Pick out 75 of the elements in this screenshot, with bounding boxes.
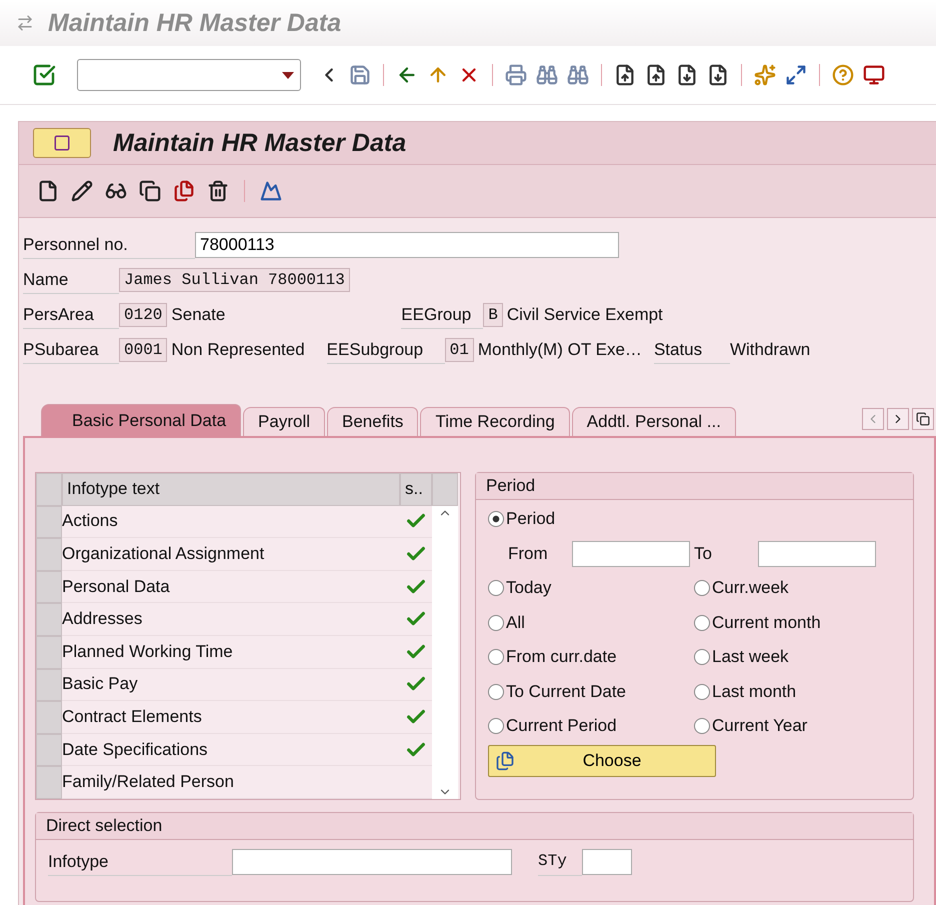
radio-button[interactable]	[694, 649, 710, 666]
window-title: Maintain HR Master Data	[48, 8, 342, 38]
tab[interactable]: Time Recording	[420, 407, 570, 436]
radio-label[interactable]: Last month	[712, 682, 796, 702]
radio-button[interactable]	[488, 511, 504, 528]
radio-button[interactable]	[694, 580, 710, 596]
field-text: Senate	[171, 304, 226, 324]
radio-label[interactable]: Period	[506, 509, 556, 530]
tab[interactable]: Addtl. Personal ...	[572, 407, 736, 436]
radio-label[interactable]: Current month	[712, 612, 821, 633]
radio-label[interactable]: Current Period	[506, 716, 617, 736]
from-date-field[interactable]	[572, 540, 690, 567]
code-output: 0001	[119, 338, 168, 362]
print-icon[interactable]	[505, 64, 527, 86]
column-header[interactable]: Infotype text	[62, 473, 400, 506]
radio-button[interactable]	[488, 649, 504, 666]
radio-button[interactable]	[488, 614, 504, 631]
scrollbar[interactable]	[432, 506, 458, 799]
radio-label[interactable]: Last week	[712, 647, 789, 668]
field-label: To	[693, 544, 713, 564]
radio-label[interactable]: To Current Date	[506, 682, 626, 702]
select-all-cell[interactable]	[36, 473, 62, 506]
field-label: Status	[654, 336, 730, 364]
radio-button[interactable]	[694, 718, 710, 734]
radio-label[interactable]: All	[506, 612, 525, 633]
table-cell[interactable]: Basic Pay	[62, 668, 400, 702]
copy-icon[interactable]	[139, 180, 161, 202]
group-title: Direct selection	[36, 812, 913, 840]
caret-icon	[282, 72, 294, 78]
edit-icon[interactable]	[71, 180, 93, 202]
code-output: 01	[444, 338, 474, 362]
scroll-right-button[interactable]	[887, 408, 909, 430]
tab[interactable]: Benefits	[327, 407, 418, 436]
code-output: 0120	[119, 302, 168, 326]
code-output: B	[483, 302, 503, 326]
enter-icon[interactable]	[32, 63, 56, 87]
radio-label[interactable]: Today	[506, 578, 552, 598]
field-label: From	[508, 544, 549, 564]
field-text: Withdrawn	[730, 340, 810, 360]
documents-icon	[495, 750, 515, 771]
radio-button[interactable]	[694, 684, 710, 700]
scroll-left-button[interactable]	[862, 408, 884, 430]
help-icon[interactable]	[832, 64, 854, 86]
infotype-field[interactable]	[232, 849, 512, 876]
tab[interactable]: Basic Personal Data	[41, 404, 242, 436]
column-settings-cell[interactable]	[432, 473, 458, 506]
radio-label[interactable]: From curr.date	[506, 647, 617, 668]
radio-label[interactable]: Curr.week	[712, 578, 789, 598]
find-icon[interactable]	[536, 64, 558, 86]
field-text: Non Represented	[171, 340, 305, 360]
tab-list-button[interactable]	[912, 408, 934, 430]
radio-button[interactable]	[694, 614, 710, 631]
save-icon[interactable]	[349, 64, 371, 86]
menu-button[interactable]	[33, 128, 91, 158]
field-text: Monthly(M) OT Exe…	[478, 340, 642, 360]
to-date-field[interactable]	[758, 540, 876, 567]
subtype-field[interactable]	[582, 849, 632, 876]
field-label: EESubgroup	[326, 336, 445, 364]
create-icon[interactable]	[37, 180, 59, 202]
find-next-icon[interactable]	[567, 64, 589, 86]
name-output: James Sullivan 78000113	[119, 268, 350, 292]
screen-title: Maintain HR Master Data	[113, 128, 406, 158]
column-header[interactable]: s..	[400, 473, 432, 506]
radio-button[interactable]	[488, 718, 504, 734]
personnel-number-field[interactable]: 78000113	[195, 232, 619, 258]
radio-button[interactable]	[488, 580, 504, 596]
tab[interactable]: Payroll	[243, 407, 325, 436]
delete-icon[interactable]	[207, 180, 229, 202]
group-title: Period	[476, 473, 913, 500]
field-text: Civil Service Exempt	[506, 304, 663, 324]
command-field[interactable]	[77, 59, 301, 91]
layout-icon[interactable]	[863, 64, 885, 86]
radio-label[interactable]: Current Year	[712, 716, 808, 736]
choose-button[interactable]: Choose	[488, 744, 716, 777]
radio-button[interactable]	[488, 684, 504, 700]
